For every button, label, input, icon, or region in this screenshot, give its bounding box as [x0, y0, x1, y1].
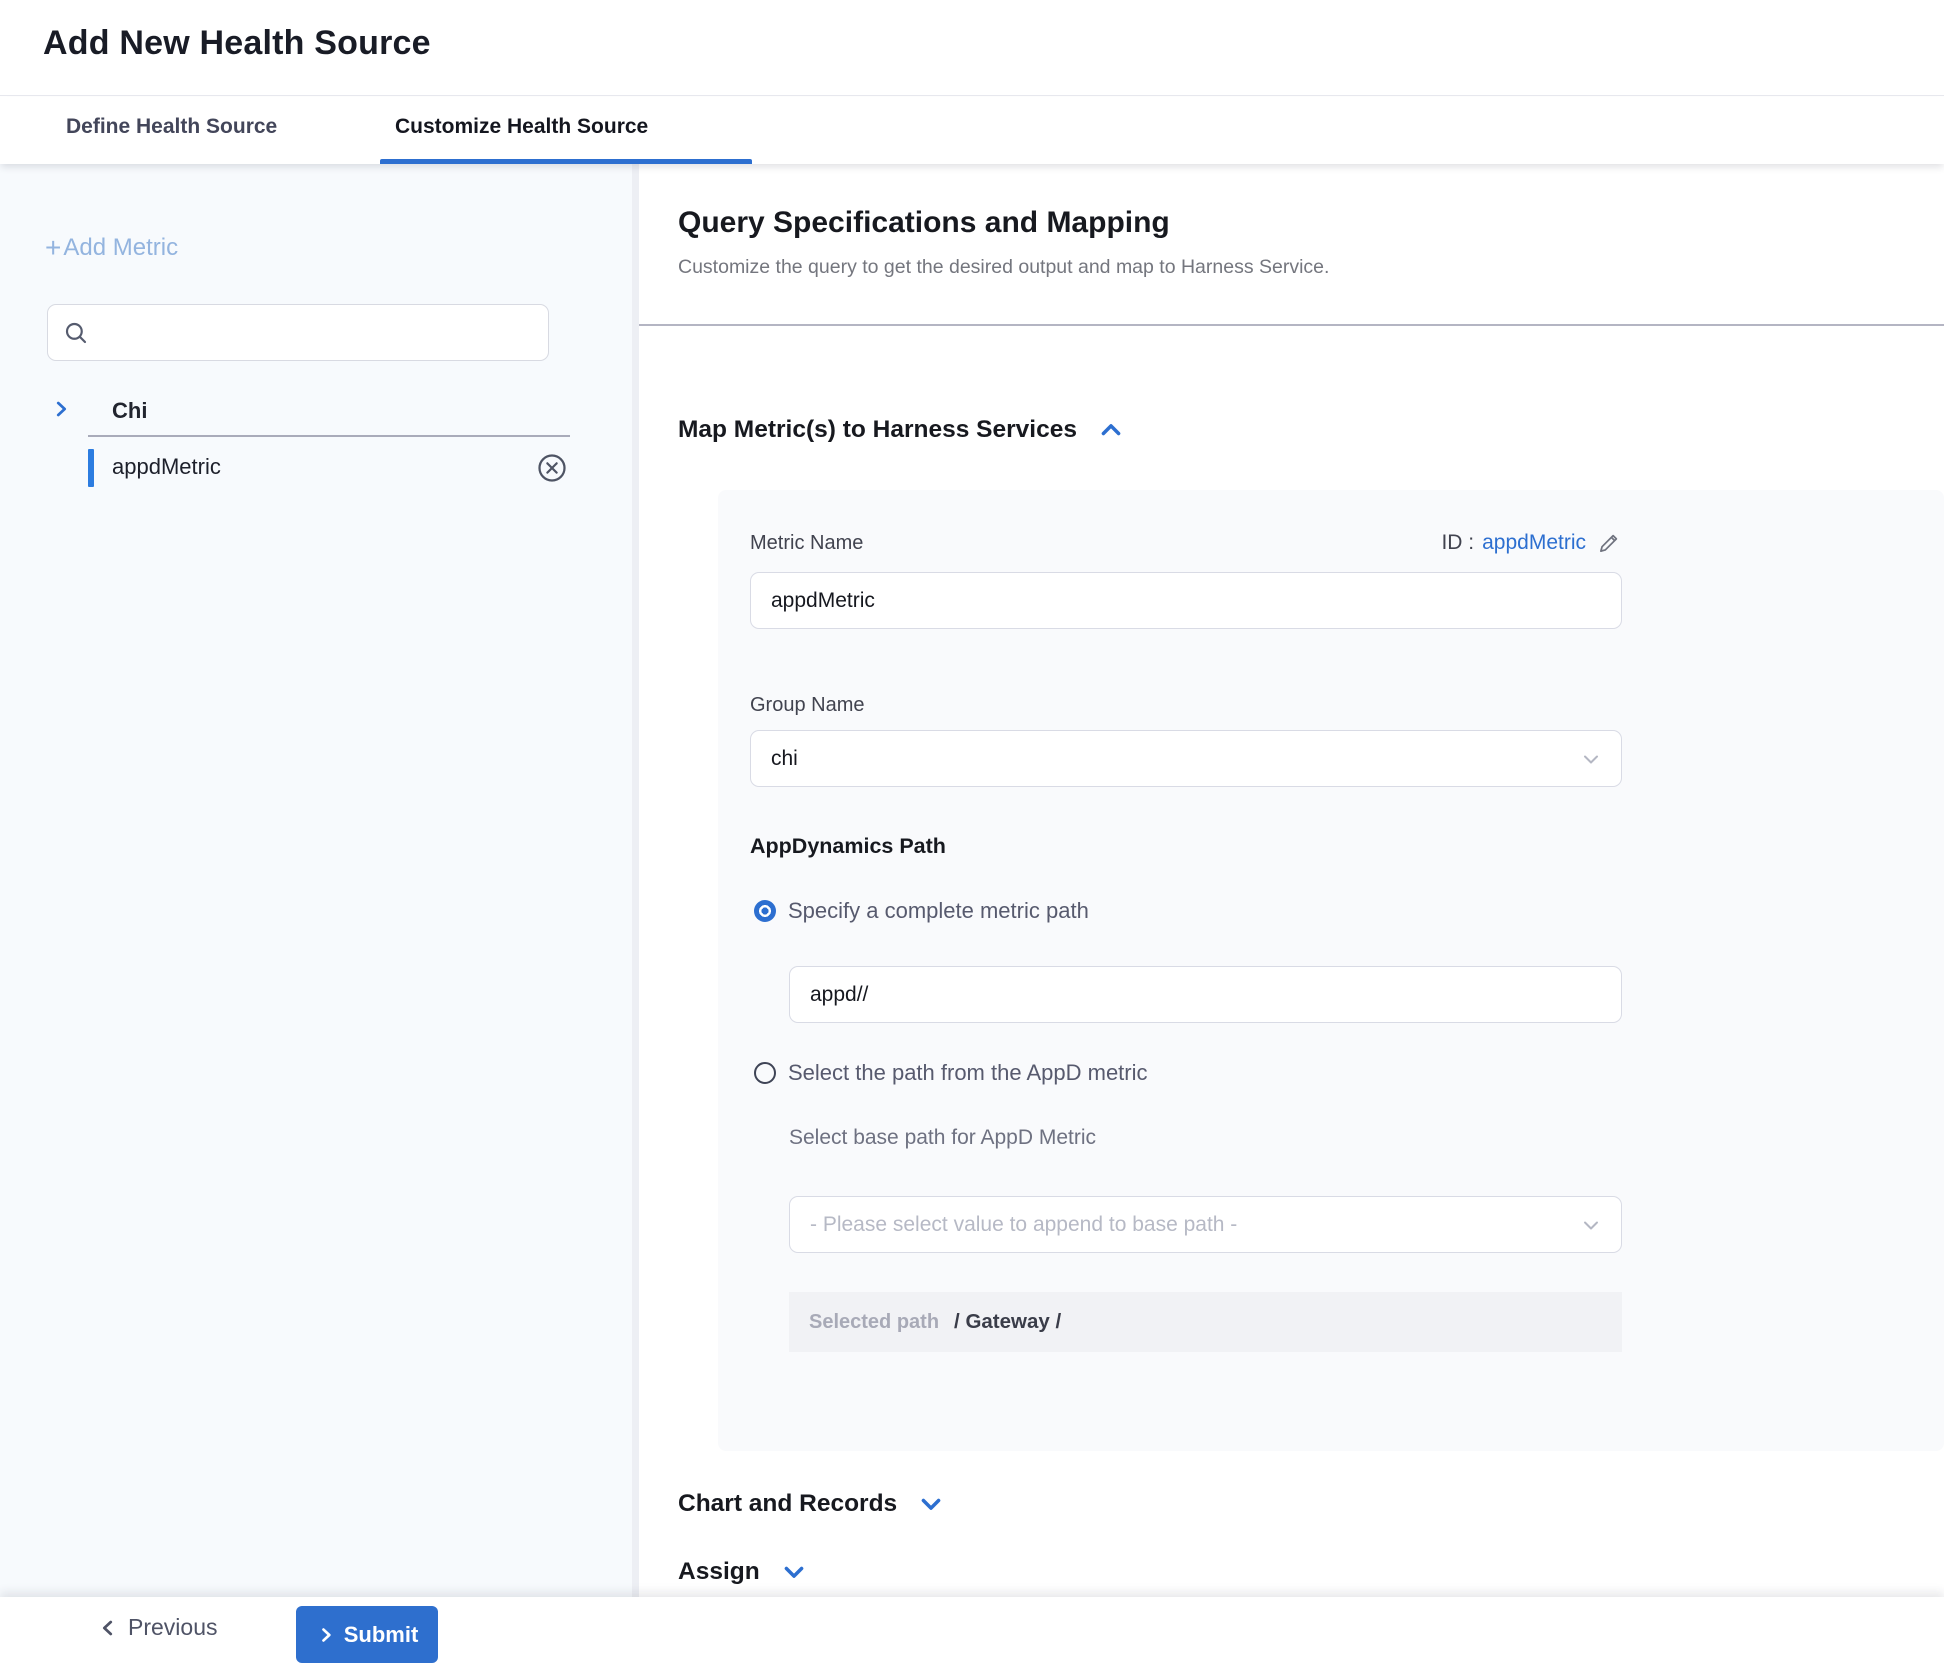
metric-mapping-card: Metric Name ID : appdMetric Group Name c…	[718, 490, 1944, 1451]
id-value-link[interactable]: appdMetric	[1482, 531, 1586, 555]
chevron-down-icon	[1579, 1213, 1603, 1237]
metric-id-display: ID : appdMetric	[1441, 530, 1622, 556]
add-metric-button[interactable]: + Add Metric	[45, 234, 178, 262]
selected-path-value: / Gateway /	[954, 1310, 1061, 1334]
radio-complete-metric-path[interactable]: Specify a complete metric path	[754, 898, 1089, 924]
plus-icon: +	[45, 236, 61, 260]
metric-name-label: Metric Name	[750, 532, 863, 555]
metric-search-input[interactable]	[99, 321, 529, 344]
appdynamics-path-label: AppDynamics Path	[750, 834, 946, 859]
remove-metric-icon[interactable]	[537, 453, 567, 483]
radio-complete-metric-path-label: Specify a complete metric path	[788, 898, 1089, 924]
selected-path-bar: Selected path / Gateway /	[789, 1292, 1622, 1352]
dialog-footer: Previous Submit	[0, 1597, 1944, 1668]
submit-button[interactable]: Submit	[296, 1606, 438, 1663]
sidebar-main-divider	[632, 164, 639, 1597]
previous-button[interactable]: Previous	[97, 1614, 217, 1641]
chevron-left-icon	[97, 1617, 119, 1639]
tab-define-health-source[interactable]: Define Health Source	[66, 115, 277, 139]
group-name-value: chi	[771, 747, 798, 771]
metric-name-row: Metric Name ID : appdMetric	[750, 530, 1622, 556]
tab-customize-health-source[interactable]: Customize Health Source	[395, 115, 648, 139]
base-path-select[interactable]: - Please select value to append to base …	[789, 1196, 1622, 1253]
chart-and-records-title: Chart and Records	[678, 1490, 897, 1518]
panel-divider	[639, 324, 1944, 326]
previous-button-label: Previous	[128, 1614, 217, 1641]
selected-path-label: Selected path	[809, 1311, 939, 1334]
group-name-label: Group Name	[750, 694, 865, 717]
submit-button-label: Submit	[344, 1622, 419, 1648]
metric-list-item[interactable]: appdMetric	[0, 444, 632, 492]
metrics-sidebar: + Add Metric Chi appdMetric	[0, 164, 632, 1597]
tab-bar: Define Health Source Customize Health So…	[0, 97, 1944, 164]
radio-unselected-icon[interactable]	[754, 1062, 776, 1084]
chevron-up-icon	[1097, 416, 1125, 444]
panel-subheading: Customize the query to get the desired o…	[678, 256, 1329, 279]
metric-group-label: Chi	[112, 398, 147, 424]
edit-pencil-icon[interactable]	[1596, 530, 1622, 556]
metric-name-input[interactable]	[750, 572, 1622, 629]
panel-heading: Query Specifications and Mapping	[678, 206, 1170, 240]
add-metric-label: Add Metric	[63, 234, 178, 262]
chevron-right-icon	[50, 398, 72, 425]
search-icon	[63, 320, 89, 346]
complete-metric-path-input[interactable]	[789, 966, 1622, 1023]
radio-select-appd-path[interactable]: Select the path from the AppD metric	[754, 1060, 1148, 1086]
page-title: Add New Health Source	[43, 24, 431, 63]
map-metrics-section-title: Map Metric(s) to Harness Services	[678, 416, 1077, 444]
active-tab-underline	[380, 159, 752, 164]
query-specifications-panel: Query Specifications and Mapping Customi…	[639, 164, 1944, 1597]
add-health-source-dialog: Add New Health Source Define Health Sour…	[0, 0, 1944, 1668]
group-name-select[interactable]: chi	[750, 730, 1622, 787]
selected-metric-accent-bar	[88, 449, 94, 487]
assign-title: Assign	[678, 1558, 760, 1586]
radio-select-appd-path-label: Select the path from the AppD metric	[788, 1060, 1148, 1086]
assign-section-toggle[interactable]: Assign	[678, 1558, 808, 1586]
base-path-label: Select base path for AppD Metric	[789, 1126, 1096, 1150]
chevron-down-icon	[780, 1558, 808, 1586]
metric-group-row[interactable]: Chi	[0, 388, 632, 434]
chart-and-records-section-toggle[interactable]: Chart and Records	[678, 1490, 945, 1518]
dialog-header: Add New Health Source	[0, 0, 1944, 96]
base-path-placeholder: - Please select value to append to base …	[810, 1213, 1237, 1237]
metric-search-box	[47, 304, 549, 361]
chevron-right-icon	[316, 1625, 336, 1645]
id-prefix: ID :	[1441, 531, 1474, 555]
map-metrics-section-toggle[interactable]: Map Metric(s) to Harness Services	[678, 416, 1125, 444]
chevron-down-icon	[1579, 747, 1603, 771]
metric-item-label: appdMetric	[112, 454, 221, 480]
group-divider	[88, 435, 570, 437]
chevron-down-icon	[917, 1490, 945, 1518]
radio-selected-icon[interactable]	[754, 900, 776, 922]
